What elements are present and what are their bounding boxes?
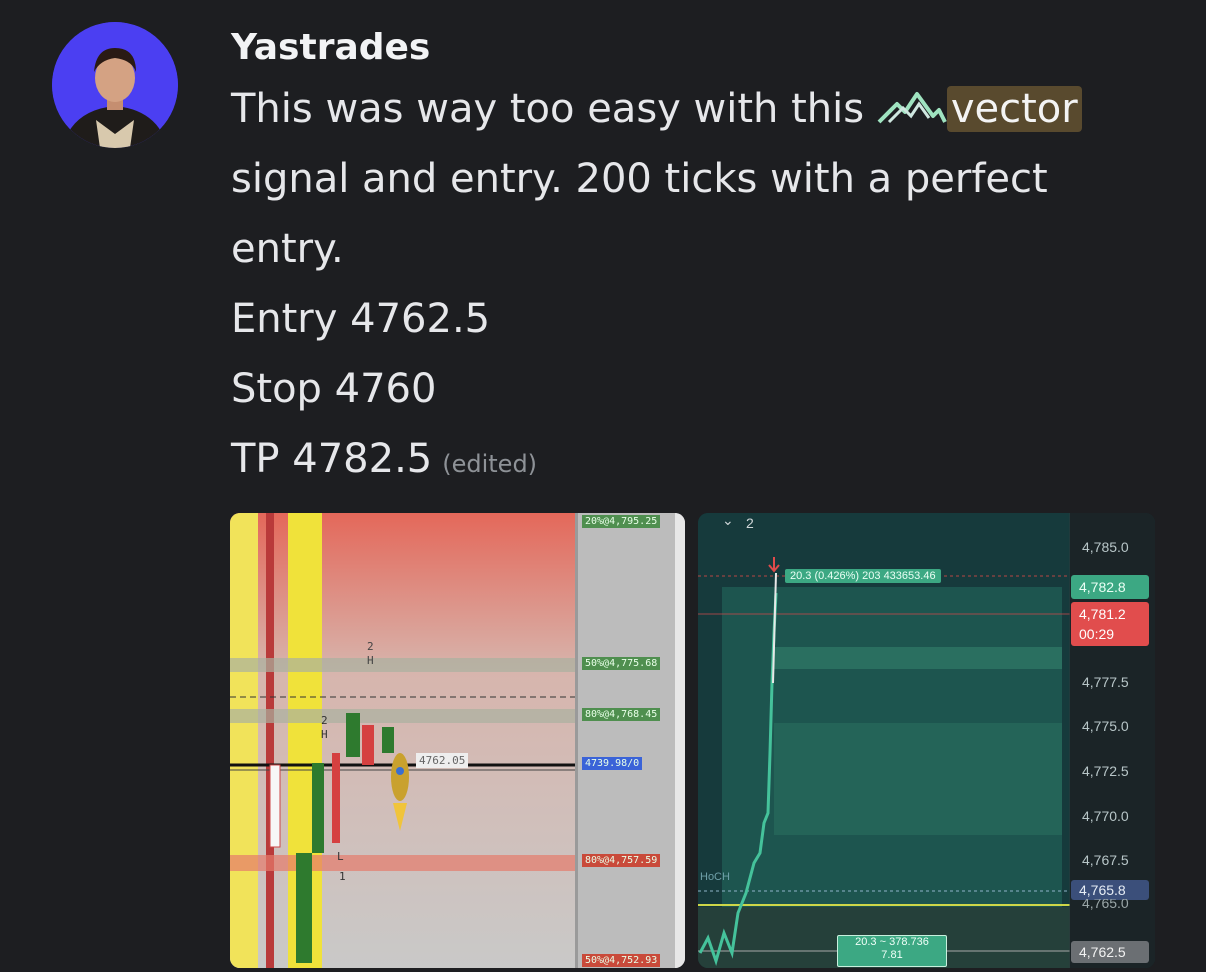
stop-price-badge: 4,765.8 [1071, 880, 1149, 900]
candle-countdown: 00:29 [1079, 626, 1115, 642]
axis-price: 4,785.0 [1082, 539, 1129, 555]
message-content: Yastrades This was way too easy with thi… [231, 22, 1176, 499]
collapse-count: 2 [746, 515, 754, 531]
avatar[interactable] [52, 22, 178, 148]
measure-tooltip: 20.3 (0.426%) 203 433653.46 [785, 569, 941, 583]
message-line-1: This was way too easy with this [231, 86, 865, 132]
message-line-2: signal and entry. 200 ticks with a perfe… [231, 156, 1048, 202]
side-label: HoCH [700, 871, 730, 883]
chart-marker-text: H [321, 728, 328, 741]
axis-price: 4,777.5 [1082, 674, 1129, 690]
message-line-tp: TP 4782.5 [231, 436, 433, 482]
vector-mention[interactable]: vector [946, 86, 1082, 132]
message-text: This was way too easy with this vector s… [231, 74, 1176, 499]
entry-price-badge: 4,762.5 [1071, 941, 1149, 963]
chevron-down-icon[interactable]: ⌄ [722, 513, 734, 529]
stop-price-badge-under: 4,765.0 [1082, 899, 1129, 911]
axis-price: 4,775.0 [1082, 718, 1129, 734]
chart-marker-text: H [367, 654, 374, 667]
chart-marker-text: 2 [367, 640, 374, 653]
attachment-image-left[interactable]: 2 H 2 H L 1 4762.05 20%@4,795.25 50%@4,7… [230, 513, 685, 968]
mountain-icon [877, 78, 947, 124]
entry-price-tag: 4762.05 [416, 753, 469, 768]
message-line-stop: Stop 4760 [231, 366, 437, 412]
axis-price: 4,770.0 [1082, 808, 1129, 824]
chart-marker-text: L [337, 850, 344, 863]
tp-price-badge: 4,782.8 [1071, 575, 1149, 599]
price-label: 50%@4,752.93 [582, 954, 661, 967]
price-label: 80%@4,768.45 [582, 708, 661, 721]
price-label: 80%@4,757.59 [582, 854, 661, 867]
username[interactable]: Yastrades [231, 22, 1176, 74]
edited-indicator: (edited) [442, 450, 538, 478]
axis-price: 4,767.5 [1082, 852, 1129, 868]
current-price-badge: 4,781.2 00:29 [1071, 602, 1149, 646]
measure-box: 20.3 ~ 378.736 7.81 [837, 935, 947, 967]
price-label: 50%@4,775.68 [582, 657, 661, 670]
chart-marker-text: 2 [321, 714, 328, 727]
axis-price: 4,772.5 [1082, 763, 1129, 779]
price-label: 4739.98/0 [582, 757, 643, 770]
chart-marker-text: 1 [339, 870, 346, 883]
price-label: 20%@4,795.25 [582, 515, 661, 528]
message-line-3: entry. [231, 226, 344, 272]
message-line-entry: Entry 4762.5 [231, 296, 491, 342]
